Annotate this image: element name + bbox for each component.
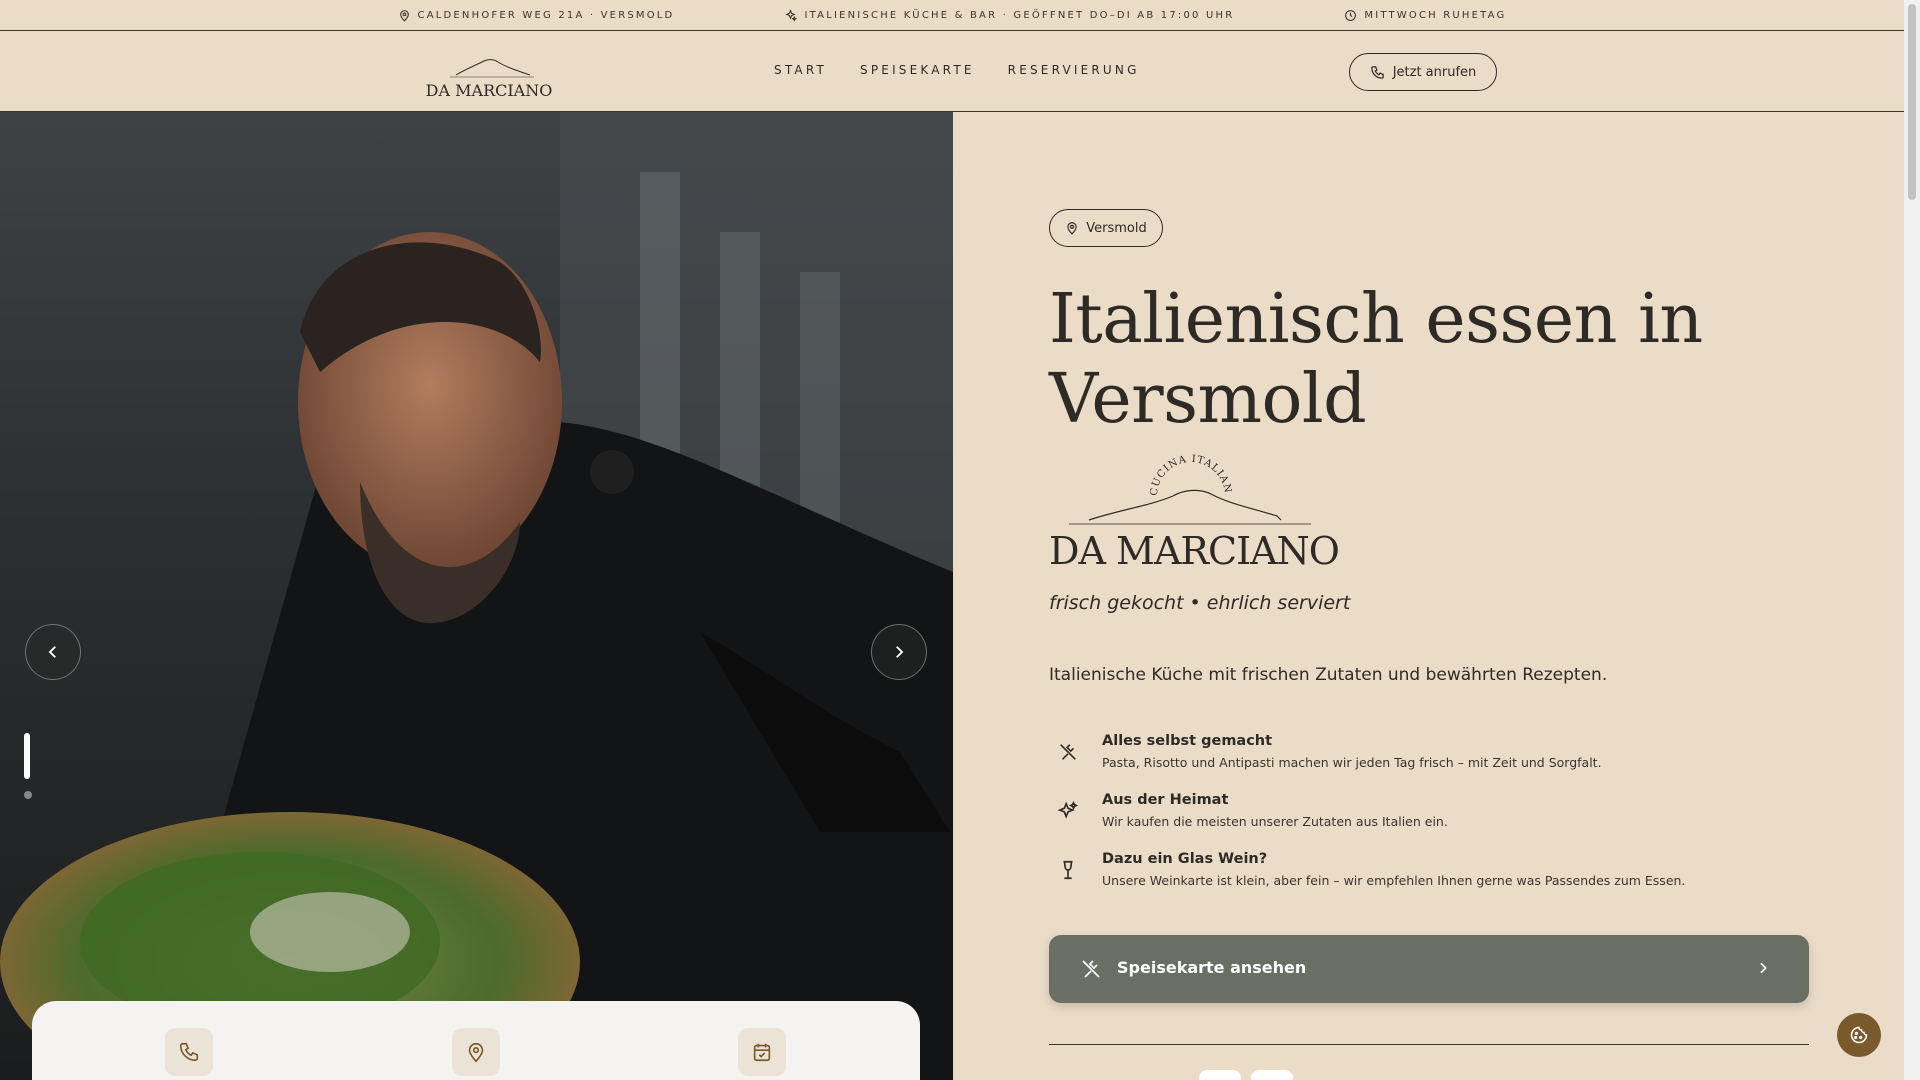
section-divider	[1049, 1044, 1809, 1045]
feature-item: Aus der Heimat Wir kaufen die meisten un…	[1049, 792, 1749, 836]
slide-indicator-dot[interactable]	[24, 791, 32, 799]
nav-links: START SPEISEKARTE RESERVIERUNG	[774, 63, 1140, 77]
map-pin-icon	[1067, 222, 1077, 235]
chevron-right-icon	[896, 646, 904, 658]
scrollbar-thumb[interactable]	[1908, 4, 1916, 200]
feature-title: Alles selbst gemacht	[1102, 733, 1273, 749]
location-pill-label: Versmold	[1086, 220, 1147, 236]
sparkle-icon	[1057, 800, 1079, 819]
address-info: Caldenhofer Weg 21a · Versmold	[398, 9, 675, 22]
calendar-check-icon	[753, 1043, 771, 1062]
map-pin-icon	[468, 1042, 484, 1063]
phone-icon	[179, 1042, 199, 1062]
slide-indicator-active[interactable]	[24, 733, 30, 779]
cuisine-info: Italienische Küche & Bar · Geöffnet Do–D…	[784, 8, 1235, 22]
cutlery-icon	[1060, 744, 1076, 760]
quick-info-card	[32, 1001, 920, 1080]
chevron-left-icon	[48, 646, 56, 658]
feature-desc: Pasta, Risotto und Antipasti machen wir …	[1102, 755, 1602, 770]
page-title: Italienisch essen in Versmold	[1049, 280, 1749, 440]
map-pin-icon	[399, 9, 409, 22]
nav-item-start[interactable]: START	[774, 63, 827, 77]
prev-slide-button[interactable]	[25, 624, 81, 680]
main-navbar: DA MARCIANO START SPEISEKARTE RESERVIERU…	[0, 31, 1904, 112]
partial-card	[1199, 1070, 1241, 1080]
hero-content: Versmold Italienisch essen in Versmold C…	[953, 112, 1904, 1080]
feature-title: Dazu ein Glas Wein?	[1102, 851, 1268, 867]
partial-card	[1251, 1070, 1293, 1080]
chevron-right-icon	[1760, 962, 1767, 974]
reservation-action[interactable]	[738, 1028, 786, 1076]
phone-icon	[1370, 65, 1384, 79]
tagline: frisch gekocht • ehrlich serviert	[1049, 592, 1351, 614]
cutlery-icon	[1082, 960, 1100, 978]
rest-day-text: Mittwoch Ruhetag	[1364, 9, 1507, 21]
nav-logo-text: DA MARCIANO	[426, 81, 552, 99]
next-slide-button[interactable]	[871, 624, 927, 680]
top-info-bar: Caldenhofer Weg 21a · Versmold Italienis…	[0, 0, 1904, 31]
cookie-icon	[1850, 1026, 1868, 1044]
location-pill: Versmold	[1049, 209, 1163, 247]
cuisine-text: Italienische Küche & Bar · Geöffnet Do–D…	[804, 9, 1235, 21]
rest-day-info: Mittwoch Ruhetag	[1344, 9, 1506, 22]
location-action[interactable]	[452, 1028, 500, 1076]
view-menu-label: Speisekarte ansehen	[1117, 958, 1307, 977]
call-now-label: Jetzt anrufen	[1392, 64, 1477, 80]
brand-logo[interactable]: DA MARCIANO	[426, 45, 552, 99]
headline-line-2: Versmold	[1049, 360, 1367, 439]
feature-title: Aus der Heimat	[1102, 792, 1229, 808]
headline-line-1: Italienisch essen in	[1049, 280, 1703, 359]
call-now-button[interactable]: Jetzt anrufen	[1349, 53, 1497, 91]
sparkle-icon	[785, 8, 798, 22]
chef-pizza-photo	[0, 112, 953, 1080]
view-menu-button[interactable]: Speisekarte ansehen	[1049, 935, 1809, 1003]
logo-brand-text: DA MARCIANO	[1049, 529, 1339, 573]
page-scrollbar[interactable]	[1904, 0, 1920, 1080]
cookie-settings-button[interactable]	[1837, 1013, 1881, 1057]
clock-icon	[1345, 9, 1357, 21]
intro-text: Italienische Küche mit frischen Zutaten …	[1049, 665, 1608, 685]
nav-item-speisekarte[interactable]: SPEISEKARTE	[860, 63, 975, 77]
feature-item: Dazu ein Glas Wein? Unsere Weinkarte ist…	[1049, 851, 1749, 895]
wine-glass-icon	[1063, 860, 1073, 880]
feature-desc: Unsere Weinkarte ist klein, aber fein – …	[1102, 873, 1686, 888]
hero-image	[0, 112, 953, 1080]
brand-logo-large: CUCINA ITALIANA DA MARCIANO	[1049, 450, 1339, 573]
feature-item: Alles selbst gemacht Pasta, Risotto und …	[1049, 733, 1749, 777]
nav-item-reservierung[interactable]: RESERVIERUNG	[1008, 63, 1140, 77]
svg-text:CUCINA ITALIANA: CUCINA ITALIANA	[1049, 450, 1233, 496]
logo-arc-text: CUCINA ITALIANA	[1049, 450, 1232, 496]
address-text: Caldenhofer Weg 21a · Versmold	[417, 9, 675, 21]
phone-action[interactable]	[165, 1028, 213, 1076]
feature-desc: Wir kaufen die meisten unserer Zutaten a…	[1102, 814, 1448, 829]
